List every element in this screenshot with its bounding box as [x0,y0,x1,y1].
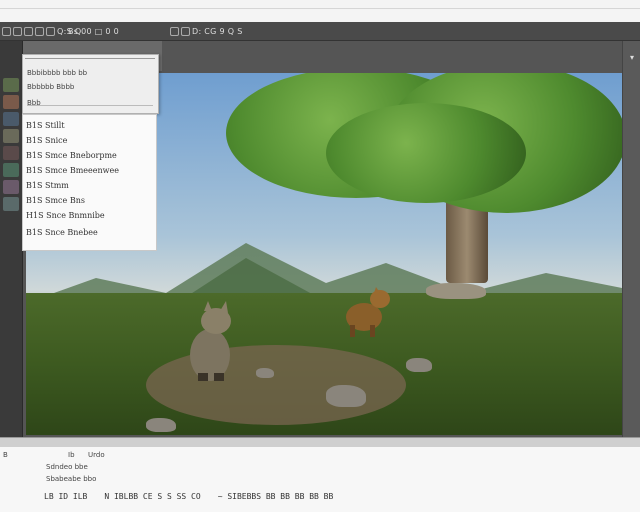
scene-rock [426,283,486,299]
collapse-icon[interactable]: ▾ [623,53,640,62]
window-titlebar [0,0,640,23]
dropdown-separator [25,58,155,59]
dropdown-menu[interactable]: Bbbibbbb bbb bb Bbbbbb Bbbb Bbb [22,54,159,114]
bottom-tools-mid[interactable]: N IBLBB CE S S SS CO [104,492,200,501]
tool-icon[interactable] [170,26,179,36]
bottom-label: Sdndeo bbe [46,463,88,471]
thumbnail[interactable] [3,112,19,126]
dropdown-option[interactable]: Bbbibbbb bbb bb [27,69,87,77]
fox-figure [346,287,390,337]
cat-figure [190,301,231,381]
thumbnail[interactable] [3,129,19,143]
list-item[interactable]: B1S Smce Bmeeenwee [26,166,119,175]
thumbnail[interactable] [3,180,19,194]
list-item[interactable]: B1S Snce Bnebee [26,228,98,237]
bottom-label: B [3,451,8,459]
thumbnail[interactable] [3,146,19,160]
scene-rock [326,385,366,407]
toolbar-center-label: D: CG 9 Q S [192,26,243,36]
right-scroll-panel[interactable]: ▾ [622,41,640,437]
filmstrip-panel [0,41,23,437]
toolbar-mid-group[interactable]: Bs 00 □ 0 0 [68,25,119,37]
tool-icon[interactable] [13,26,22,36]
thumbnail[interactable] [3,197,19,211]
list-item[interactable]: B1S Snice [26,136,67,145]
list-item[interactable]: B1S Stillt [26,121,65,130]
thumbnail[interactable] [3,95,19,109]
tool-icon[interactable] [24,26,33,36]
list-item[interactable]: B1S Stmm [26,181,69,190]
thumbnail[interactable] [3,163,19,177]
scene-rock [406,358,432,372]
main-toolbar: Q:S Q Bs 00 □ 0 0 D: CG 9 Q S [0,22,640,41]
bottom-tools-left[interactable]: LB ID ILB [44,492,87,501]
bottom-toolbar[interactable]: LB ID ILB N IBLBB CE S S SS CO ~ SIBEBBS… [44,490,333,502]
list-item[interactable]: H1S Snce Bnmnibe [26,211,105,220]
toolbar-center-group[interactable]: D: CG 9 Q S [170,25,243,37]
thumbnail[interactable] [3,78,19,92]
toolbar-mid-label: Bs 00 □ 0 0 [68,26,120,36]
bottom-label: Urdo [88,451,105,459]
bottom-panel: B Ib Urdo Sdndeo bbe Sbabeabe bbo [0,447,640,512]
tree-crown [326,103,526,203]
tool-icon[interactable] [35,26,44,36]
bottom-label: Ib [68,451,75,459]
tool-icon[interactable] [181,26,190,36]
list-item[interactable]: B1S Smce Bns [26,196,85,205]
scene-rock [256,368,274,378]
tool-icon[interactable] [46,26,55,36]
bottom-label: Sbabeabe bbo [46,475,97,483]
titlebar-divider [0,8,640,9]
list-item[interactable]: B1S Smce Bneborpme [26,151,117,160]
tool-icon[interactable] [2,26,11,36]
scene-rock [146,418,176,432]
bottom-tools-right[interactable]: ~ SIBEBBS BB BB BB BB BB [218,492,334,501]
dropdown-option[interactable]: Bbbbbb Bbbb [27,83,74,91]
dropdown-separator [27,105,153,106]
preset-list[interactable]: B1S Stillt B1S Snice B1S Smce Bneborpme … [22,114,157,251]
